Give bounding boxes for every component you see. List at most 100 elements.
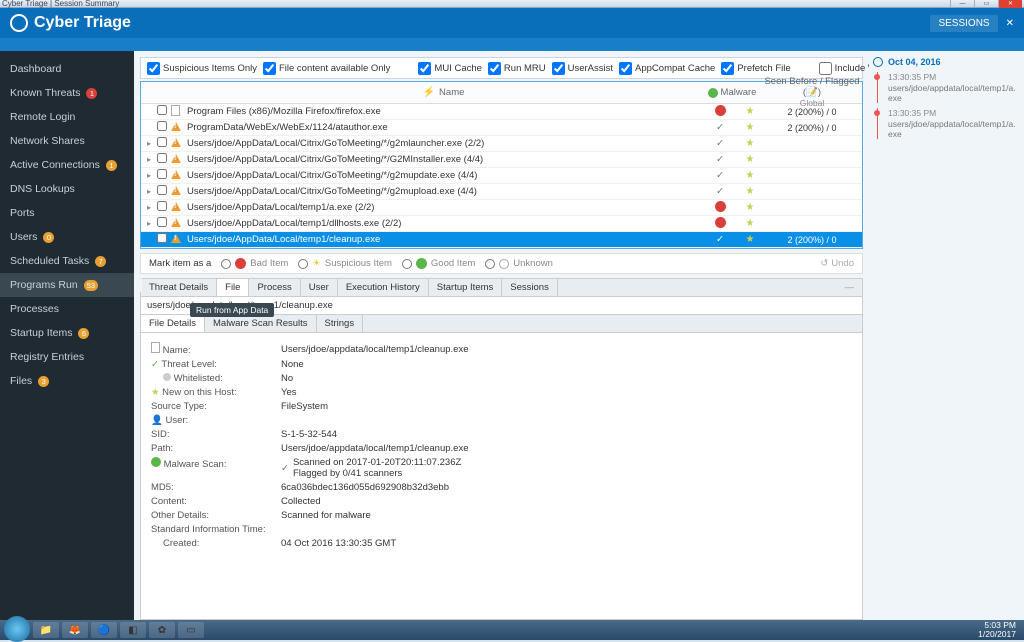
- star-icon: ★: [738, 154, 762, 165]
- row-checkbox[interactable]: [157, 153, 167, 163]
- detail-key: Standard Information Time:: [151, 524, 281, 535]
- row-checkbox[interactable]: [157, 217, 167, 227]
- table-row[interactable]: Program Files (x86)/Mozilla Firefox/fire…: [141, 104, 862, 120]
- tab-sessions[interactable]: Sessions: [502, 279, 558, 296]
- table-row[interactable]: ▸Users/jdoe/AppData/Local/Citrix/GoToMee…: [141, 152, 862, 168]
- expand-icon[interactable]: ▸: [147, 219, 157, 228]
- row-checkbox[interactable]: [157, 105, 167, 115]
- table-row[interactable]: ▸ Users/jdoe/AppData/Local/temp1/dllhosts…: [141, 216, 862, 232]
- warning-icon: [171, 138, 185, 150]
- warning-icon: [171, 122, 185, 134]
- row-checkbox[interactable]: [157, 121, 167, 131]
- sidebar-item-processes[interactable]: Processes: [0, 297, 134, 321]
- table-row[interactable]: ProgramData/WebEx/WebEx/1124/atauthor.ex…: [141, 120, 862, 136]
- sidebar-item-remote-login[interactable]: Remote Login: [0, 105, 134, 129]
- col-name[interactable]: Name: [439, 87, 464, 98]
- sidebar-item-registry-entries[interactable]: Registry Entries: [0, 345, 134, 369]
- maximize-button[interactable]: ▭: [974, 0, 998, 8]
- window-titlebar: Cyber Triage | Session Summary — ▭ ✕: [0, 0, 1024, 8]
- tab-file[interactable]: File: [217, 279, 249, 296]
- filter-mid-0[interactable]: MUI Cache: [418, 62, 482, 75]
- col-seen[interactable]: Seen Before / Flagged (📝)Global: [762, 76, 862, 109]
- filter-left-1[interactable]: File content available Only: [263, 62, 390, 75]
- row-checkbox[interactable]: [157, 185, 167, 195]
- sidebar-item-scheduled-tasks[interactable]: Scheduled Tasks7: [0, 249, 134, 273]
- sidebar-item-label: Users: [10, 231, 37, 243]
- row-checkbox[interactable]: [157, 137, 167, 147]
- sidebar-item-label: Dashboard: [10, 63, 61, 75]
- sidebar-item-known-threats[interactable]: Known Threats1: [0, 81, 134, 105]
- detail-key: MD5:: [151, 482, 281, 493]
- undo-button[interactable]: ↺Undo: [820, 258, 854, 269]
- mark-bar: Mark item as a Bad Item ☀Suspicious Item…: [140, 253, 863, 274]
- detail-value: Users/jdoe/appdata/local/temp1/cleanup.e…: [281, 342, 852, 356]
- sessions-button[interactable]: SESSIONS: [930, 15, 997, 32]
- filter-whitelist[interactable]: Include Whitelisted Items: [819, 62, 869, 75]
- tab-execution-history[interactable]: Execution History: [338, 279, 429, 296]
- row-checkbox[interactable]: [157, 233, 167, 243]
- row-name: Users/jdoe/AppData/Local/temp1/dllhosts.…: [185, 218, 702, 229]
- table-row[interactable]: ▸Users/jdoe/AppData/Local/Citrix/GoToMee…: [141, 136, 862, 152]
- mark-good[interactable]: Good Item: [402, 258, 475, 269]
- sidebar-item-label: Processes: [10, 303, 59, 315]
- malware-ok-icon: [151, 457, 161, 467]
- taskbar-explorer[interactable]: 📁: [33, 622, 59, 638]
- badge: 0: [43, 232, 54, 243]
- warning-icon: [171, 218, 185, 230]
- start-button[interactable]: [4, 616, 30, 642]
- detail-value: 6ca036bdec136d055d692908b32d3ebb: [281, 482, 852, 493]
- sidebar-item-active-connections[interactable]: Active Connections1: [0, 153, 134, 177]
- tab-process[interactable]: Process: [249, 279, 300, 296]
- expand-icon[interactable]: ▸: [147, 171, 157, 180]
- tab-startup-items[interactable]: Startup Items: [429, 279, 503, 296]
- expand-icon[interactable]: ▸: [147, 187, 157, 196]
- filter-mid-4[interactable]: Prefetch File: [721, 62, 790, 75]
- expand-icon[interactable]: ▸: [147, 139, 157, 148]
- subtab-malware-scan-results[interactable]: Malware Scan Results: [205, 315, 317, 332]
- table-row[interactable]: ▸Users/jdoe/AppData/Local/temp1/a.exe (2…: [141, 200, 862, 216]
- filter-mid-2[interactable]: UserAssist: [552, 62, 613, 75]
- close-button[interactable]: ✕: [998, 0, 1022, 8]
- taskbar-chrome[interactable]: 🔵: [91, 622, 117, 638]
- filter-mid-3[interactable]: AppCompat Cache: [619, 62, 715, 75]
- col-malware[interactable]: Malware: [721, 87, 757, 98]
- table-row[interactable]: Users/jdoe/AppData/Local/temp1/cleanup.e…: [141, 232, 862, 248]
- expand-icon[interactable]: ▸: [147, 203, 157, 212]
- subtab-file-details[interactable]: File Details: [141, 315, 205, 332]
- sidebar-item-dashboard[interactable]: Dashboard: [0, 57, 134, 81]
- table-header: ⚡Name Malware Seen Before / Flagged (📝)G…: [141, 82, 862, 104]
- mark-unknown[interactable]: Unknown: [485, 258, 553, 269]
- badge: 1: [86, 88, 97, 99]
- filter-mid-1[interactable]: Run MRU: [488, 62, 546, 75]
- row-checkbox[interactable]: [157, 169, 167, 179]
- mark-bad[interactable]: Bad Item: [221, 258, 288, 269]
- row-checkbox[interactable]: [157, 201, 167, 211]
- check-icon: ✓: [716, 122, 724, 133]
- timeline-event[interactable]: 13:30:35 PMusers/jdoe/appdata/local/temp…: [877, 108, 1020, 139]
- system-clock[interactable]: 5:03 PM1/20/2017: [978, 621, 1020, 640]
- settings-icon[interactable]: ✕: [1006, 18, 1014, 29]
- mark-suspicious[interactable]: ☀Suspicious Item: [298, 258, 392, 269]
- sidebar-item-files[interactable]: Files3: [0, 369, 134, 393]
- table-row[interactable]: ▸Users/jdoe/AppData/Local/Citrix/GoToMee…: [141, 184, 862, 200]
- subtab-strings[interactable]: Strings: [317, 315, 364, 332]
- expand-icon[interactable]: ▸: [147, 155, 157, 164]
- sidebar-item-users[interactable]: Users 0: [0, 225, 134, 249]
- tab-user[interactable]: User: [301, 279, 338, 296]
- sidebar-item-programs-run[interactable]: Programs Run53: [0, 273, 134, 297]
- minimize-button[interactable]: —: [950, 0, 974, 8]
- filter-left-0[interactable]: Suspicious Items Only: [147, 62, 257, 75]
- taskbar-app1[interactable]: ◧: [120, 622, 146, 638]
- sidebar-item-ports[interactable]: Ports: [0, 201, 134, 225]
- taskbar-app2[interactable]: ✿: [149, 622, 175, 638]
- sidebar-item-dns-lookups[interactable]: DNS Lookups: [0, 177, 134, 201]
- timeline-event[interactable]: 13:30:35 PMusers/jdoe/appdata/local/temp…: [877, 72, 1020, 103]
- taskbar-firefox[interactable]: 🦊: [62, 622, 88, 638]
- taskbar-app3[interactable]: ▭: [178, 622, 204, 638]
- sidebar-item-network-shares[interactable]: Network Shares: [0, 129, 134, 153]
- detail-value: FileSystem: [281, 401, 852, 412]
- table-row[interactable]: ▸Users/jdoe/AppData/Local/Citrix/GoToMee…: [141, 168, 862, 184]
- sidebar-item-startup-items[interactable]: Startup Items6: [0, 321, 134, 345]
- tab-threat-details[interactable]: Threat Details: [141, 279, 217, 296]
- collapse-icon[interactable]: —: [837, 279, 863, 296]
